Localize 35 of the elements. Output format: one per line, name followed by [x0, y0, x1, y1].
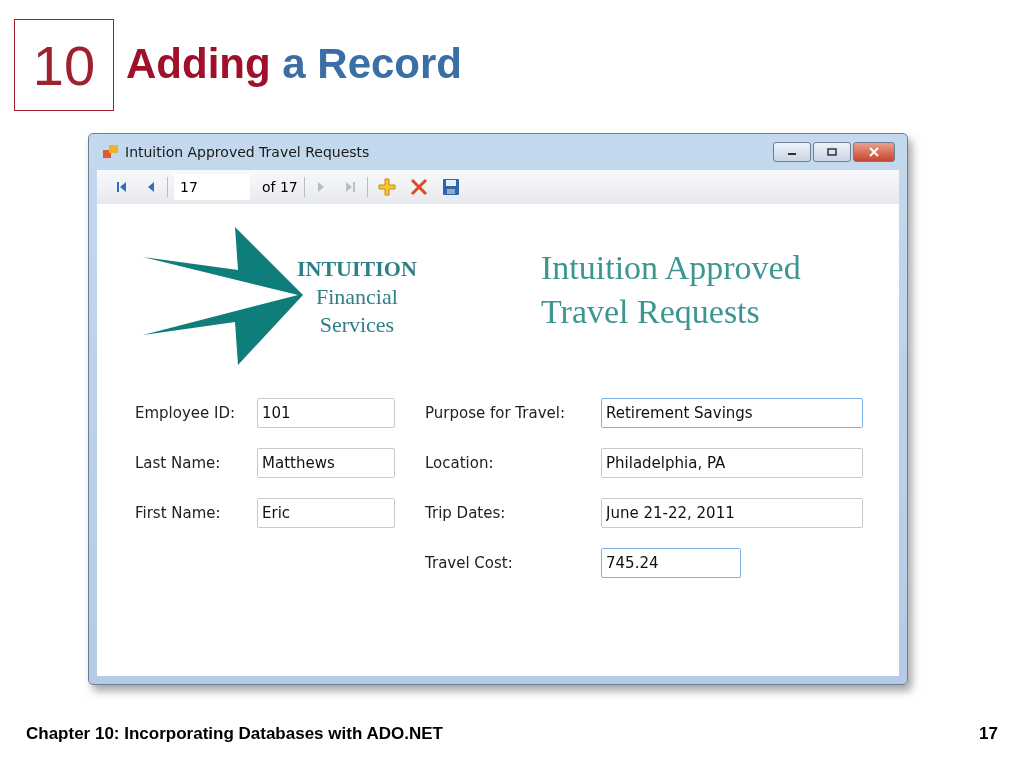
text-field[interactable]: Retirement Savings	[601, 398, 863, 428]
page-number: 17	[979, 724, 998, 744]
text-field[interactable]: Eric	[257, 498, 395, 528]
close-icon	[868, 147, 880, 157]
app-icon	[103, 145, 119, 159]
field-label: Purpose for Travel:	[425, 404, 566, 422]
plus-icon	[377, 178, 396, 196]
field-label: Location:	[425, 454, 495, 472]
text-field[interactable]: 745.24	[601, 548, 741, 578]
cross-icon	[409, 178, 428, 196]
slide-title: Adding a Record	[126, 39, 463, 88]
field-label: Travel Cost:	[425, 554, 514, 572]
minimize-button[interactable]	[773, 142, 811, 162]
maximize-icon	[827, 148, 837, 156]
logo-text: INTUITION	[297, 255, 417, 283]
text-field[interactable]: Matthews	[257, 448, 395, 478]
field-label: Trip Dates:	[425, 504, 507, 522]
record-count: of 17	[262, 179, 298, 195]
close-button[interactable]	[853, 142, 895, 162]
chapter-number: 10	[14, 19, 114, 111]
field-label: Last Name:	[135, 454, 222, 472]
form-heading: Intuition Approved	[541, 248, 801, 288]
maximize-button[interactable]	[813, 142, 851, 162]
field-label: Employee ID:	[135, 404, 237, 422]
field-label: First Name:	[135, 504, 222, 522]
text-field[interactable]: Philadelphia, PA	[601, 448, 863, 478]
logo-text: Services	[319, 311, 395, 339]
footer-text: Chapter 10: Incorporating Databases with ADO.NET	[26, 724, 443, 744]
position-field[interactable]: 17	[174, 174, 250, 200]
text-field[interactable]: June 21-22, 2011	[601, 498, 863, 528]
skip-start-icon	[115, 180, 129, 194]
window-title: Intuition Approved Travel Requests	[125, 144, 371, 160]
logo-text: Financial	[315, 283, 398, 311]
form-heading: Travel Requests	[541, 292, 761, 332]
text-field[interactable]: 101	[257, 398, 395, 428]
